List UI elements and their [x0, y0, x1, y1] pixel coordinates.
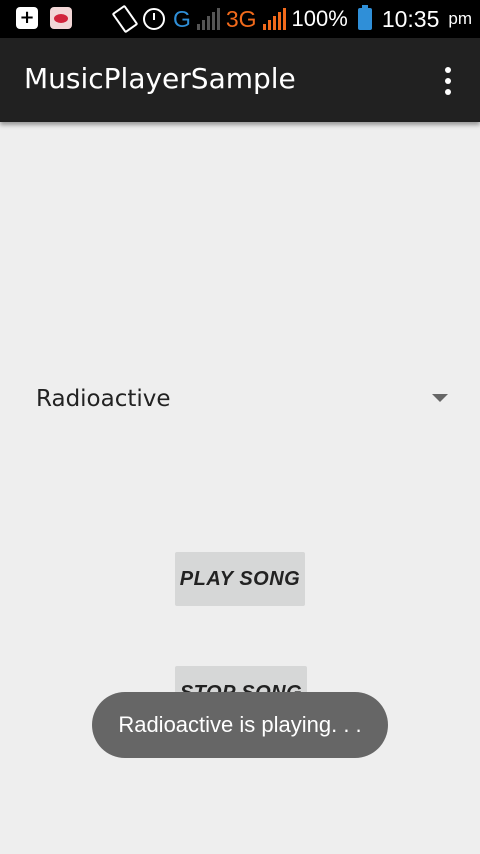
action-bar: MusicPlayerSample [0, 38, 480, 122]
alarm-icon [142, 8, 165, 30]
battery-percent: 100% [291, 6, 348, 31]
toast-message: Radioactive is playing. . . [92, 692, 388, 758]
clock-time: 10:35 [381, 5, 440, 32]
app-title: MusicPlayerSample [24, 62, 296, 95]
play-song-button[interactable]: PLAY SONG [175, 552, 305, 606]
status-bar: + G 3G 100% 10:35 pm [0, 0, 480, 38]
network-g-label: G [172, 5, 191, 32]
dropdown-arrow-icon [432, 394, 448, 402]
screen: + G 3G 100% 10:35 pm MusicPlayerSample R… [0, 0, 480, 854]
overflow-menu-icon[interactable] [444, 67, 452, 95]
signal-3g-icon [262, 8, 286, 30]
add-notification-icon: + [16, 7, 38, 29]
clock-ampm: pm [448, 9, 472, 28]
network-3g-label: 3G [225, 5, 257, 32]
system-icons: G 3G 100% 10:35 pm [111, 4, 472, 34]
battery-icon [357, 5, 372, 30]
lips-app-notification-icon [50, 7, 72, 29]
signal-icon [196, 8, 220, 30]
notification-icons: + [16, 7, 72, 29]
spinner-selected-value: Radioactive [36, 386, 171, 412]
vibrate-icon [111, 4, 139, 34]
song-spinner[interactable]: Radioactive [36, 380, 456, 420]
